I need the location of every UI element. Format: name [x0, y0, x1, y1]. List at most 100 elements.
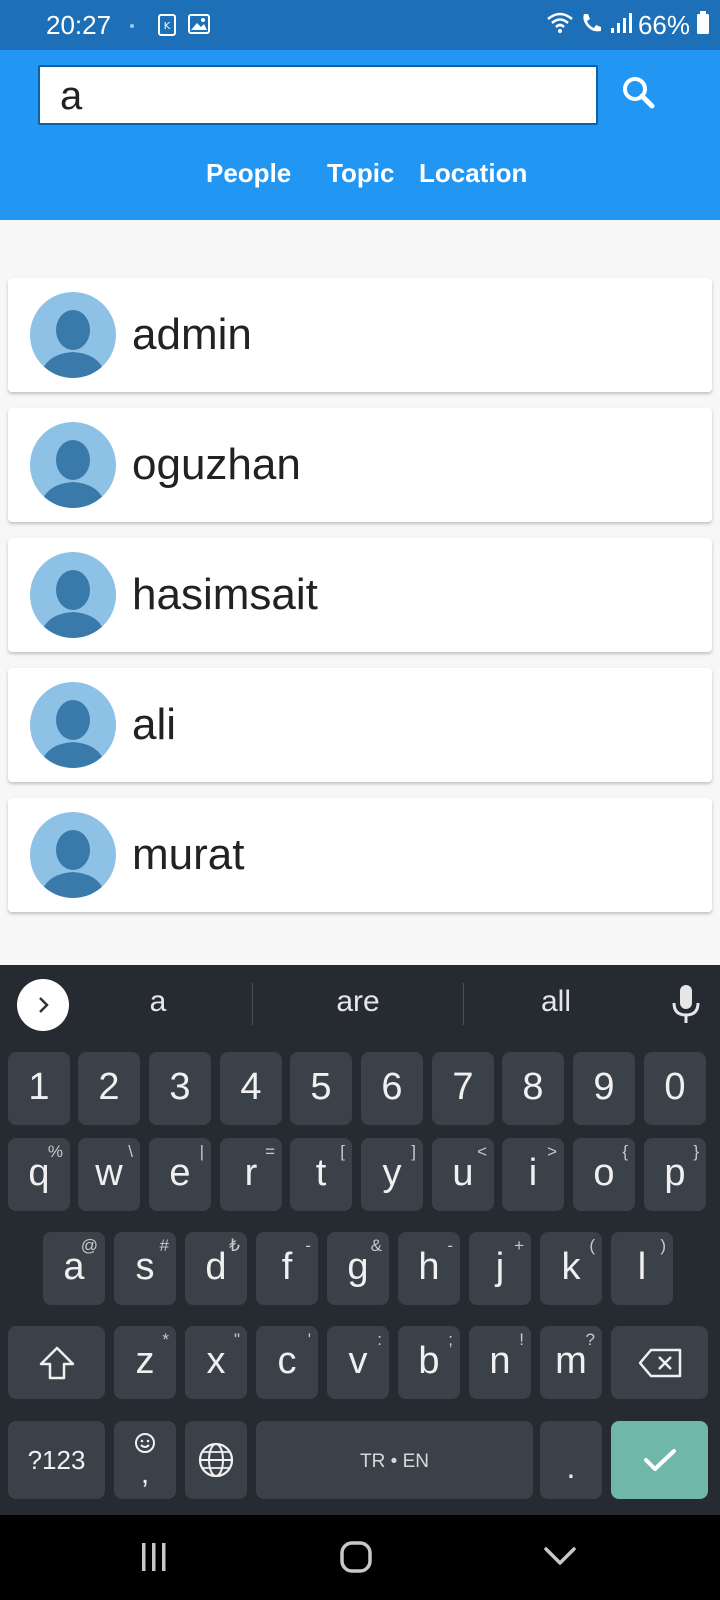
back-icon[interactable]	[540, 1537, 580, 1577]
key-5[interactable]: 5	[290, 1052, 352, 1125]
person-icon	[40, 310, 106, 378]
key-2[interactable]: 2	[78, 1052, 140, 1125]
language-key[interactable]	[185, 1421, 247, 1499]
nav-bar	[0, 1515, 720, 1600]
wifi-call-icon	[580, 11, 604, 40]
key-x[interactable]: " x	[185, 1326, 247, 1399]
user-name: admin	[132, 310, 252, 359]
backspace-icon	[638, 1348, 681, 1377]
key-v[interactable]: :v	[327, 1326, 389, 1399]
tab-people[interactable]: People	[206, 158, 291, 189]
period-key[interactable]: .	[540, 1421, 602, 1499]
key-7[interactable]: 7	[432, 1052, 494, 1125]
shift-icon	[39, 1346, 74, 1379]
tab-topic[interactable]: Topic	[327, 158, 394, 189]
key-z[interactable]: * z	[114, 1326, 176, 1399]
key-t[interactable]: [t	[290, 1138, 352, 1211]
space-key[interactable]: TR • EN	[256, 1421, 533, 1499]
key-f[interactable]: -f	[256, 1232, 318, 1305]
user-name: murat	[132, 830, 245, 879]
suggestion-3[interactable]: all	[456, 985, 656, 1019]
gallery-icon	[188, 14, 210, 39]
suggestion-2[interactable]: are	[258, 985, 458, 1019]
key-e[interactable]: | e	[149, 1138, 211, 1211]
svg-text:K: K	[164, 21, 171, 32]
keyboard: a are all 1 2 3 4 5 6 7 8 9 0 % q \ w | e =…	[0, 965, 720, 1515]
status-separator-dot	[130, 24, 134, 28]
filter-tabs: People Topic Location	[0, 158, 720, 198]
user-name: hasimsait	[132, 570, 318, 619]
avatar	[30, 682, 116, 768]
key-h[interactable]: -h	[398, 1232, 460, 1305]
chevron-right-icon	[39, 997, 49, 1013]
mic-icon[interactable]	[668, 983, 704, 1027]
key-6[interactable]: 6	[361, 1052, 423, 1125]
list-item[interactable]: murat	[8, 798, 712, 912]
search-input[interactable]	[60, 71, 580, 121]
avatar	[30, 292, 116, 378]
check-icon	[643, 1449, 676, 1471]
search-icon[interactable]	[618, 72, 662, 116]
key-m[interactable]: ? m	[540, 1326, 602, 1399]
notification-k-icon: K	[158, 14, 176, 41]
person-icon	[40, 830, 106, 898]
enter-key[interactable]	[611, 1421, 708, 1499]
key-1[interactable]: 1	[8, 1052, 70, 1125]
globe-icon	[198, 1442, 234, 1478]
list-item[interactable]: ali	[8, 668, 712, 782]
key-g[interactable]: & g	[327, 1232, 389, 1305]
person-icon	[40, 570, 106, 638]
key-i[interactable]: > i	[502, 1138, 564, 1211]
key-y[interactable]: ] y	[361, 1138, 423, 1211]
key-j[interactable]: + j	[469, 1232, 531, 1305]
key-k[interactable]: (k	[540, 1232, 602, 1305]
avatar	[30, 552, 116, 638]
status-bar: 20:27 K 66%	[0, 0, 720, 50]
emoji-icon	[135, 1433, 155, 1453]
key-c[interactable]: ' c	[256, 1326, 318, 1399]
avatar	[30, 422, 116, 508]
key-b[interactable]: ; b	[398, 1326, 460, 1399]
key-n[interactable]: ! n	[469, 1326, 531, 1399]
home-icon[interactable]	[336, 1537, 376, 1577]
list-item[interactable]: oguzhan	[8, 408, 712, 522]
list-item[interactable]: admin	[8, 278, 712, 392]
person-icon	[40, 440, 106, 508]
symbols-key[interactable]: ?123	[8, 1421, 105, 1499]
key-w[interactable]: \ w	[78, 1138, 140, 1211]
battery-icon	[696, 11, 710, 40]
key-4[interactable]: 4	[220, 1052, 282, 1125]
shift-key[interactable]	[8, 1326, 105, 1399]
suggestion-1[interactable]: a	[58, 985, 258, 1019]
comma-emoji-key[interactable]: ,	[114, 1421, 176, 1499]
key-9[interactable]: 9	[573, 1052, 635, 1125]
key-a[interactable]: @ a	[43, 1232, 105, 1305]
search-header: People Topic Location	[0, 50, 720, 220]
key-3[interactable]: 3	[149, 1052, 211, 1125]
key-p[interactable]: } p	[644, 1138, 706, 1211]
backspace-key[interactable]	[611, 1326, 708, 1399]
status-time: 20:27	[46, 10, 112, 40]
key-r[interactable]: = r	[220, 1138, 282, 1211]
signal-icon	[610, 12, 632, 39]
list-item[interactable]: hasimsait	[8, 538, 712, 652]
wifi-icon	[546, 11, 574, 40]
key-8[interactable]: 8	[502, 1052, 564, 1125]
key-l[interactable]: ) l	[611, 1232, 673, 1305]
person-icon	[40, 700, 106, 768]
key-s[interactable]: # s	[114, 1232, 176, 1305]
search-box[interactable]	[38, 65, 598, 125]
user-name: oguzhan	[132, 440, 301, 489]
key-0[interactable]: 0	[644, 1052, 706, 1125]
battery-percent: 66%	[637, 10, 690, 40]
status-right-group: 66%	[546, 10, 710, 41]
divider	[252, 983, 253, 1025]
key-q[interactable]: % q	[8, 1138, 70, 1211]
user-name: ali	[132, 700, 177, 749]
key-d[interactable]: ₺ d	[185, 1232, 247, 1305]
key-o[interactable]: {o	[573, 1138, 635, 1211]
avatar	[30, 812, 116, 898]
tab-location[interactable]: Location	[419, 158, 527, 189]
recents-icon[interactable]	[134, 1537, 174, 1577]
key-u[interactable]: < u	[432, 1138, 494, 1211]
